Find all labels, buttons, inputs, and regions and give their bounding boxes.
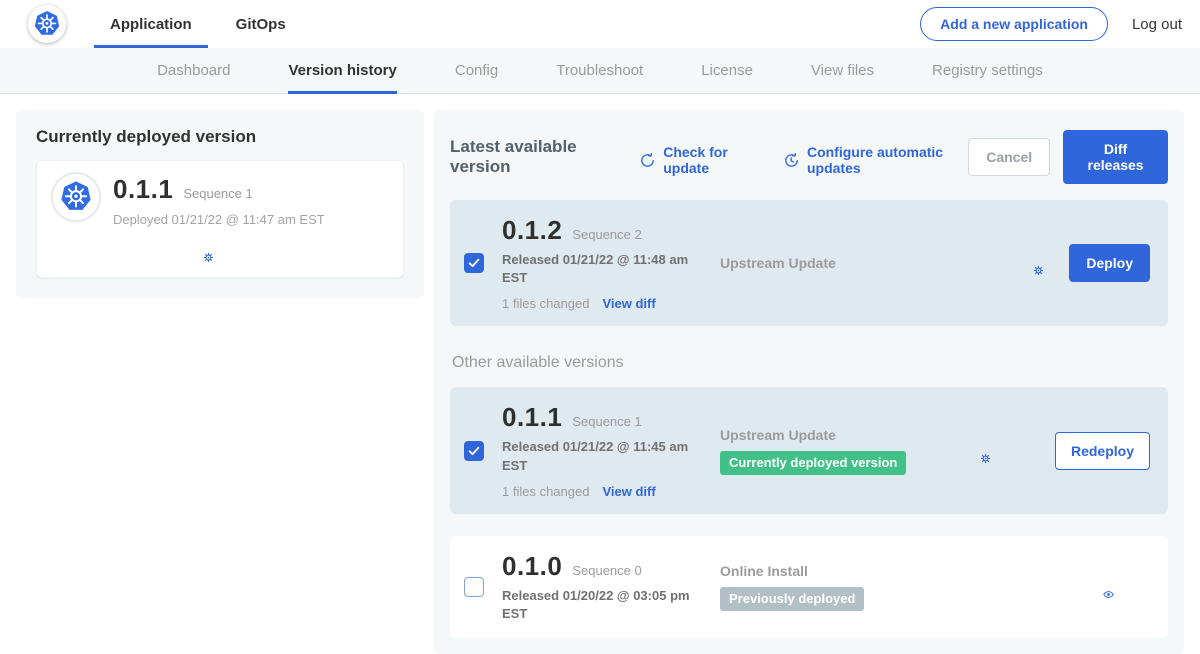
deployed-version-card: 0.1.1 Sequence 1 Deployed 01/21/22 @ 11:… bbox=[36, 160, 404, 278]
logout-link[interactable]: Log out bbox=[1132, 16, 1182, 33]
version-checkbox[interactable] bbox=[464, 577, 484, 597]
view-diff-link[interactable]: View diff bbox=[602, 484, 655, 499]
row-actions: Redeploy bbox=[925, 432, 1152, 470]
version-number: 0.1.1 bbox=[502, 402, 562, 433]
cancel-button[interactable]: Cancel bbox=[968, 138, 1050, 176]
release-notes-icon[interactable] bbox=[113, 238, 137, 262]
nav-registry-settings[interactable]: Registry settings bbox=[932, 48, 1043, 94]
row-actions: Deploy bbox=[978, 244, 1152, 282]
app-icon bbox=[53, 174, 99, 220]
nav-version-history[interactable]: Version history bbox=[288, 48, 396, 94]
version-history-panel: Latest available version Check for updat… bbox=[434, 110, 1184, 654]
version-row: 0.1.0 Sequence 0 Released 01/20/22 @ 03:… bbox=[450, 536, 1168, 638]
row-actions bbox=[1048, 575, 1152, 599]
view-diff-link[interactable]: View diff bbox=[602, 296, 655, 311]
app-logo[interactable] bbox=[28, 5, 66, 43]
app-nav: Dashboard Version history Config Trouble… bbox=[0, 48, 1200, 94]
other-versions-heading: Other available versions bbox=[452, 354, 1168, 372]
version-source: Upstream Update bbox=[714, 255, 978, 271]
sequence-label: Sequence 2 bbox=[572, 227, 641, 242]
version-row: 0.1.2 Sequence 2 Released 01/21/22 @ 11:… bbox=[450, 200, 1168, 326]
sequence-label: Sequence 1 bbox=[572, 414, 641, 429]
view-logs-icon[interactable] bbox=[150, 238, 174, 262]
refresh-icon bbox=[639, 152, 656, 169]
previously-deployed-badge: Previously deployed bbox=[720, 587, 864, 611]
nav-view-files[interactable]: View files bbox=[811, 48, 874, 94]
source-label: Upstream Update bbox=[720, 255, 978, 271]
deployed-sequence-label: Sequence 1 bbox=[183, 186, 252, 201]
view-logs-icon[interactable] bbox=[1126, 575, 1150, 599]
check-for-update-label: Check for update bbox=[663, 144, 757, 176]
release-notes-icon[interactable] bbox=[978, 251, 1002, 275]
version-checkbox[interactable] bbox=[464, 441, 484, 461]
edit-config-icon[interactable] bbox=[1017, 251, 1041, 275]
released-timestamp: Released 01/20/22 @ 03:05 pm EST bbox=[502, 587, 714, 623]
add-application-button[interactable]: Add a new application bbox=[920, 7, 1108, 41]
deployed-actions bbox=[113, 238, 325, 262]
source-label: Online Install bbox=[720, 563, 1048, 579]
files-changed-label: 1 files changed bbox=[502, 296, 589, 311]
deploy-button[interactable]: Deploy bbox=[1069, 244, 1150, 282]
version-source: Online Install Previously deployed bbox=[714, 563, 1048, 611]
version-info: 0.1.1 Sequence 1 Released 01/21/22 @ 11:… bbox=[502, 402, 714, 498]
release-notes-icon[interactable] bbox=[925, 439, 949, 463]
deployed-timestamp: Deployed 01/21/22 @ 11:47 am EST bbox=[113, 212, 325, 227]
deployed-version-info: 0.1.1 Sequence 1 Deployed 01/21/22 @ 11:… bbox=[113, 174, 325, 262]
nav-license[interactable]: License bbox=[701, 48, 753, 94]
configure-updates-label: Configure automatic updates bbox=[807, 144, 968, 176]
released-timestamp: Released 01/21/22 @ 11:45 am EST bbox=[502, 438, 714, 474]
view-logs-icon[interactable] bbox=[1003, 439, 1027, 463]
check-for-update-link[interactable]: Check for update bbox=[639, 144, 757, 176]
tab-application[interactable]: Application bbox=[94, 0, 208, 48]
panel-header: Latest available version Check for updat… bbox=[450, 130, 1168, 184]
main-content: Currently deployed version 0.1.1 Sequenc… bbox=[0, 94, 1200, 654]
view-config-icon[interactable] bbox=[1087, 575, 1111, 599]
clock-refresh-icon bbox=[783, 152, 800, 169]
kubernetes-helm-wheel-icon bbox=[58, 179, 94, 215]
configure-updates-link[interactable]: Configure automatic updates bbox=[783, 144, 968, 176]
deployed-version-number: 0.1.1 bbox=[113, 174, 173, 205]
version-info: 0.1.0 Sequence 0 Released 01/20/22 @ 03:… bbox=[502, 551, 714, 623]
version-number: 0.1.0 bbox=[502, 551, 562, 582]
kubernetes-helm-wheel-icon bbox=[32, 9, 62, 39]
diff-releases-button[interactable]: Diff releases bbox=[1063, 130, 1168, 184]
version-source: Upstream Update Currently deployed versi… bbox=[714, 427, 925, 475]
edit-config-icon[interactable] bbox=[187, 238, 211, 262]
currently-deployed-card: Currently deployed version 0.1.1 Sequenc… bbox=[16, 110, 424, 298]
top-bar: Application GitOps Add a new application… bbox=[0, 0, 1200, 48]
nav-troubleshoot[interactable]: Troubleshoot bbox=[556, 48, 643, 94]
files-changed-label: 1 files changed bbox=[502, 484, 589, 499]
sequence-label: Sequence 0 bbox=[572, 563, 641, 578]
deployed-card-title: Currently deployed version bbox=[36, 127, 404, 147]
tab-gitops[interactable]: GitOps bbox=[220, 0, 302, 48]
version-checkbox[interactable] bbox=[464, 253, 484, 273]
nav-dashboard[interactable]: Dashboard bbox=[157, 48, 230, 94]
nav-config[interactable]: Config bbox=[455, 48, 498, 94]
released-timestamp: Released 01/21/22 @ 11:48 am EST bbox=[502, 251, 714, 287]
release-notes-icon[interactable] bbox=[1048, 575, 1072, 599]
version-number: 0.1.2 bbox=[502, 215, 562, 246]
version-row: 0.1.1 Sequence 1 Released 01/21/22 @ 11:… bbox=[450, 387, 1168, 513]
redeploy-button[interactable]: Redeploy bbox=[1055, 432, 1150, 470]
version-info: 0.1.2 Sequence 2 Released 01/21/22 @ 11:… bbox=[502, 215, 714, 311]
edit-config-icon[interactable] bbox=[964, 439, 988, 463]
topbar-right: Add a new application Log out bbox=[920, 7, 1182, 41]
checkmark-icon bbox=[467, 444, 481, 458]
source-label: Upstream Update bbox=[720, 427, 925, 443]
currently-deployed-badge: Currently deployed version bbox=[720, 451, 906, 475]
checkmark-icon bbox=[467, 256, 481, 270]
latest-version-heading: Latest available version bbox=[450, 137, 613, 177]
